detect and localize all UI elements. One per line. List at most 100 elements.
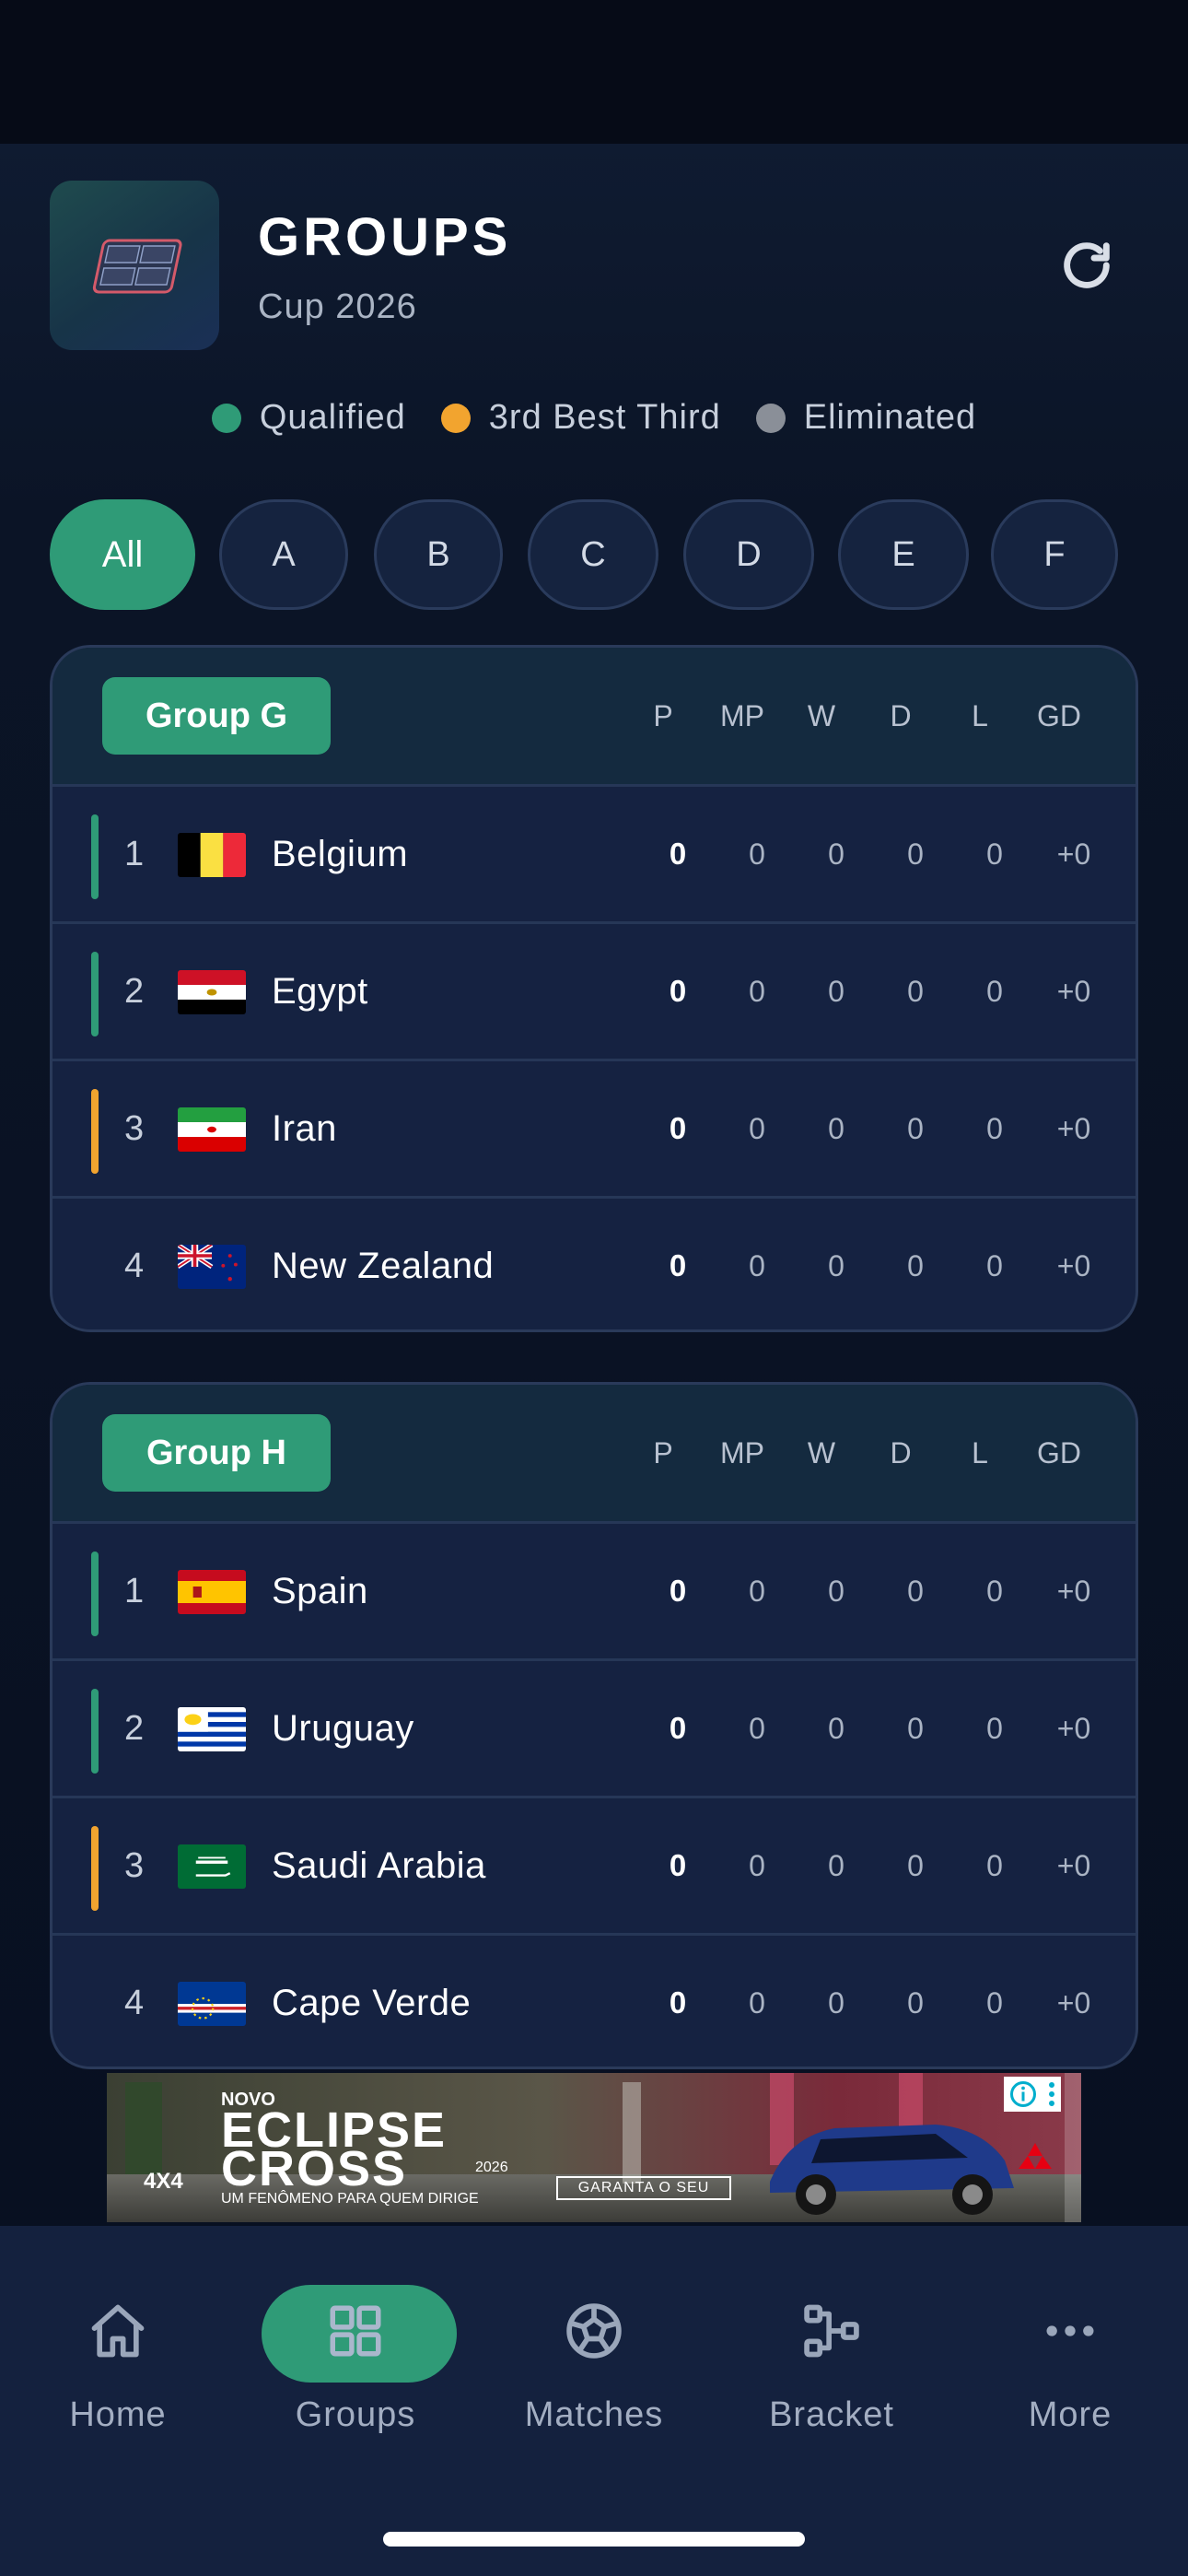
stat-points: 0 (669, 1711, 687, 1745)
team-name: Saudi Arabia (272, 1844, 486, 1886)
stat-draws: 0 (907, 1248, 924, 1282)
group-card: Group H P MP W D L GD 1 Spain 0 0 0 0 0 … (50, 1382, 1138, 2069)
nav-item-groups[interactable]: Groups (245, 2266, 466, 2451)
legend-qualified: Qualified (211, 398, 406, 438)
standings-row[interactable]: 3 Saudi Arabia 0 0 0 0 0 +0 (52, 1796, 1136, 1933)
cape-verde-flag-icon (178, 1982, 246, 2026)
stat-goal-difference: +0 (1056, 1574, 1091, 1608)
stat-wins: 0 (828, 974, 844, 1008)
legend-label: 3rd Best Third (488, 398, 721, 437)
team-rank: 2 (124, 971, 145, 1011)
refresh-icon (1064, 242, 1110, 288)
standings-row[interactable]: 4 New Zealand 0 0 0 0 0 +0 (52, 1196, 1136, 1329)
stat-matches-played: 0 (749, 837, 765, 871)
stat-wins: 0 (828, 1111, 844, 1145)
page-header: GROUPS Cup 2026 (50, 181, 1138, 350)
nav-item-home[interactable]: Home (7, 2266, 228, 2451)
ad-banner[interactable]: NOVO ECLIPSE CROSS 2026 UM FENÔMENO PARA… (107, 2073, 1081, 2222)
bracket-icon (721, 2294, 942, 2368)
standings-row[interactable]: 4 Cape Verde 0 0 0 0 0 +0 (52, 1933, 1136, 2067)
stat-losses: 0 (986, 837, 1003, 871)
standings-row[interactable]: 1 Belgium 0 0 0 0 0 +0 (52, 784, 1136, 921)
column-header-w: W (807, 698, 836, 732)
status-bar-qualified (91, 1689, 99, 1774)
refresh-button[interactable] (1048, 227, 1125, 304)
standings-row[interactable]: 2 Uruguay 0 0 0 0 0 +0 (52, 1658, 1136, 1796)
stat-wins: 0 (828, 1985, 844, 2020)
nav-item-bracket[interactable]: Bracket (721, 2266, 942, 2451)
qualified-dot-icon (211, 403, 241, 433)
column-header-gd: GD (1037, 698, 1081, 732)
stat-draws: 0 (907, 974, 924, 1008)
more-vertical-icon (1048, 2082, 1054, 2106)
info-icon (1009, 2081, 1036, 2107)
stat-points: 0 (669, 1574, 687, 1608)
legend-eliminated: Eliminated (755, 398, 977, 438)
uruguay-flag-icon (178, 1707, 246, 1751)
standings-row[interactable]: 1 Spain 0 0 0 0 0 +0 (52, 1521, 1136, 1658)
ad-choices[interactable] (1004, 2077, 1061, 2112)
ad-tagline: UM FENÔMENO PARA QUEM DIRIGE (221, 2191, 479, 2207)
legend-label: Eliminated (803, 398, 977, 437)
ad-cta-button[interactable]: GARANTA O SEU (556, 2176, 731, 2200)
page-title: GROUPS (258, 207, 512, 267)
legend-third: 3rd Best Third (440, 398, 721, 438)
stat-wins: 0 (828, 837, 844, 871)
belgium-flag-icon (178, 833, 246, 877)
nav-label: Matches (524, 2395, 664, 2434)
stat-losses: 0 (986, 1574, 1003, 1608)
column-header-l: L (972, 1435, 988, 1469)
column-header-w: W (807, 1435, 836, 1469)
nav-item-matches[interactable]: Matches (483, 2266, 705, 2451)
group-filter-bar: All A B C D E F (50, 499, 1138, 610)
soccer-ball-icon (483, 2294, 705, 2368)
team-rank: 4 (124, 1246, 145, 1285)
stat-points: 0 (669, 1248, 687, 1282)
filter-chip-a[interactable]: A (219, 499, 348, 610)
stat-losses: 0 (986, 1848, 1003, 1882)
stat-wins: 0 (828, 1848, 844, 1882)
column-header-gd: GD (1037, 1435, 1081, 1469)
filter-chip-d[interactable]: D (683, 499, 814, 610)
stat-goal-difference: +0 (1056, 1248, 1091, 1282)
team-name: Spain (272, 1570, 368, 1611)
column-header-p: P (653, 1435, 673, 1469)
grid-icon (245, 2294, 466, 2368)
status-bar-qualified (91, 814, 99, 899)
stat-draws: 0 (907, 1111, 924, 1145)
stat-matches-played: 0 (749, 1248, 765, 1282)
stat-wins: 0 (828, 1248, 844, 1282)
group-name-badge: Group H (102, 1414, 331, 1492)
ad-year: 2026 (475, 2160, 508, 2175)
status-bar-third (91, 1826, 99, 1911)
home-icon (7, 2294, 228, 2368)
team-rank: 1 (124, 834, 145, 873)
home-indicator[interactable] (383, 2532, 805, 2547)
bottom-navigation: Home Groups Matches Bracket More (0, 2226, 1188, 2576)
page-subtitle: Cup 2026 (258, 287, 417, 326)
filter-chip-all[interactable]: All (50, 499, 195, 610)
filter-chip-f[interactable]: F (991, 499, 1118, 610)
nav-item-more[interactable]: More (960, 2266, 1181, 2451)
filter-chip-b[interactable]: B (374, 499, 503, 610)
nav-label: More (1028, 2395, 1112, 2434)
stat-goal-difference: +0 (1056, 1985, 1091, 2020)
team-name: New Zealand (272, 1245, 495, 1286)
stat-goal-difference: +0 (1056, 837, 1091, 871)
standings-row[interactable]: 3 Iran 0 0 0 0 0 +0 (52, 1059, 1136, 1196)
filter-chip-c[interactable]: C (528, 499, 658, 610)
column-header-l: L (972, 698, 988, 732)
team-rank: 2 (124, 1708, 145, 1748)
egypt-flag-icon (178, 970, 246, 1014)
filter-chip-e[interactable]: E (838, 499, 969, 610)
stat-matches-played: 0 (749, 1985, 765, 2020)
stat-matches-played: 0 (749, 974, 765, 1008)
stat-goal-difference: +0 (1056, 1848, 1091, 1882)
group-card-header: Group G P MP W D L GD (52, 648, 1136, 784)
status-bar-qualified (91, 952, 99, 1036)
stat-draws: 0 (907, 837, 924, 871)
standings-row[interactable]: 2 Egypt 0 0 0 0 0 +0 (52, 921, 1136, 1059)
stat-matches-played: 0 (749, 1574, 765, 1608)
saudi-arabia-flag-icon (178, 1844, 246, 1889)
stat-losses: 0 (986, 1985, 1003, 2020)
